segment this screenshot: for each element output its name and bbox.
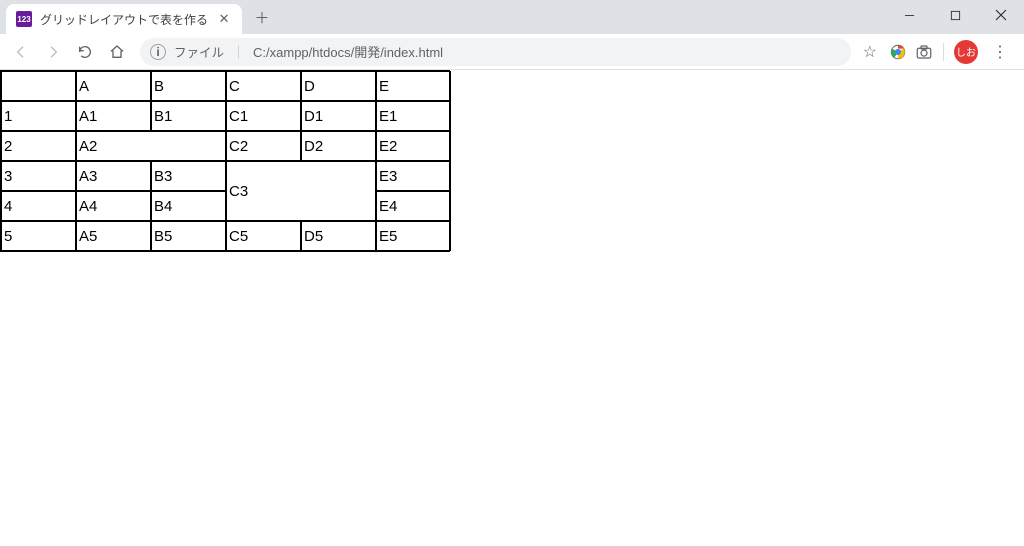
grid-cell: D1 <box>301 101 376 131</box>
window-titlebar: 123 グリッドレイアウトで表を作る ✕ ＋ <box>0 0 1024 34</box>
home-button[interactable] <box>102 37 132 67</box>
address-bar[interactable]: i ファイル ｜ C:/xampp/htdocs/開発/index.html <box>140 38 851 66</box>
grid-cell: E4 <box>376 191 451 221</box>
reload-button[interactable] <box>70 37 100 67</box>
window-controls <box>886 0 1024 30</box>
chrome-extension-icon[interactable] <box>889 43 907 61</box>
grid-cell: B <box>151 71 226 101</box>
grid-cell: E1 <box>376 101 451 131</box>
new-tab-button[interactable]: ＋ <box>248 3 276 31</box>
profile-avatar[interactable]: しお <box>954 40 978 64</box>
maximize-button[interactable] <box>932 0 978 30</box>
grid-cell: B4 <box>151 191 226 221</box>
grid-cell: A1 <box>76 101 151 131</box>
close-window-button[interactable] <box>978 0 1024 30</box>
grid-cell: D2 <box>301 131 376 161</box>
grid-cell: A5 <box>76 221 151 251</box>
url-scheme-label: ファイル <box>174 42 224 61</box>
grid-cell: C3 <box>226 161 376 221</box>
back-button[interactable] <box>6 37 36 67</box>
url-text: C:/xampp/htdocs/開発/index.html <box>253 42 443 61</box>
grid-cell: E3 <box>376 161 451 191</box>
page-content: ABCDE1A1B1C1D1E12A2C2D2E23A3B3C3E34A4B4E… <box>0 70 1024 252</box>
forward-button[interactable] <box>38 37 68 67</box>
browser-toolbar: i ファイル ｜ C:/xampp/htdocs/開発/index.html ☆… <box>0 34 1024 70</box>
grid-cell: E5 <box>376 221 451 251</box>
menu-button[interactable]: ⋮ <box>986 42 1014 62</box>
grid-cell: A4 <box>76 191 151 221</box>
tab-strip: 123 グリッドレイアウトで表を作る ✕ ＋ <box>0 0 276 34</box>
grid-cell: B5 <box>151 221 226 251</box>
grid-cell: 4 <box>1 191 76 221</box>
grid-cell: A2 <box>76 131 226 161</box>
url-separator: ｜ <box>232 42 245 61</box>
grid-table: ABCDE1A1B1C1D1E12A2C2D2E23A3B3C3E34A4B4E… <box>0 70 450 252</box>
grid-cell: 2 <box>1 131 76 161</box>
grid-cell <box>1 71 76 101</box>
minimize-button[interactable] <box>886 0 932 30</box>
browser-tab[interactable]: 123 グリッドレイアウトで表を作る ✕ <box>6 4 242 34</box>
close-tab-button[interactable]: ✕ <box>216 11 232 27</box>
grid-cell: C2 <box>226 131 301 161</box>
grid-cell: 3 <box>1 161 76 191</box>
grid-cell: E <box>376 71 451 101</box>
favicon-icon: 123 <box>16 11 32 27</box>
bookmark-star-icon[interactable]: ☆ <box>859 42 881 62</box>
grid-cell: E2 <box>376 131 451 161</box>
grid-cell: C1 <box>226 101 301 131</box>
grid-cell: D5 <box>301 221 376 251</box>
toolbar-right: ☆ しお ⋮ <box>859 40 1018 64</box>
grid-cell: 5 <box>1 221 76 251</box>
grid-cell: B3 <box>151 161 226 191</box>
tab-title: グリッドレイアウトで表を作る <box>40 11 208 28</box>
grid-cell: B1 <box>151 101 226 131</box>
grid-cell: D <box>301 71 376 101</box>
toolbar-separator <box>943 43 944 61</box>
grid-cell: A <box>76 71 151 101</box>
grid-cell: C5 <box>226 221 301 251</box>
grid-cell: C <box>226 71 301 101</box>
grid-cell: 1 <box>1 101 76 131</box>
grid-cell: A3 <box>76 161 151 191</box>
info-icon[interactable]: i <box>150 44 166 60</box>
camera-extension-icon[interactable] <box>915 43 933 61</box>
